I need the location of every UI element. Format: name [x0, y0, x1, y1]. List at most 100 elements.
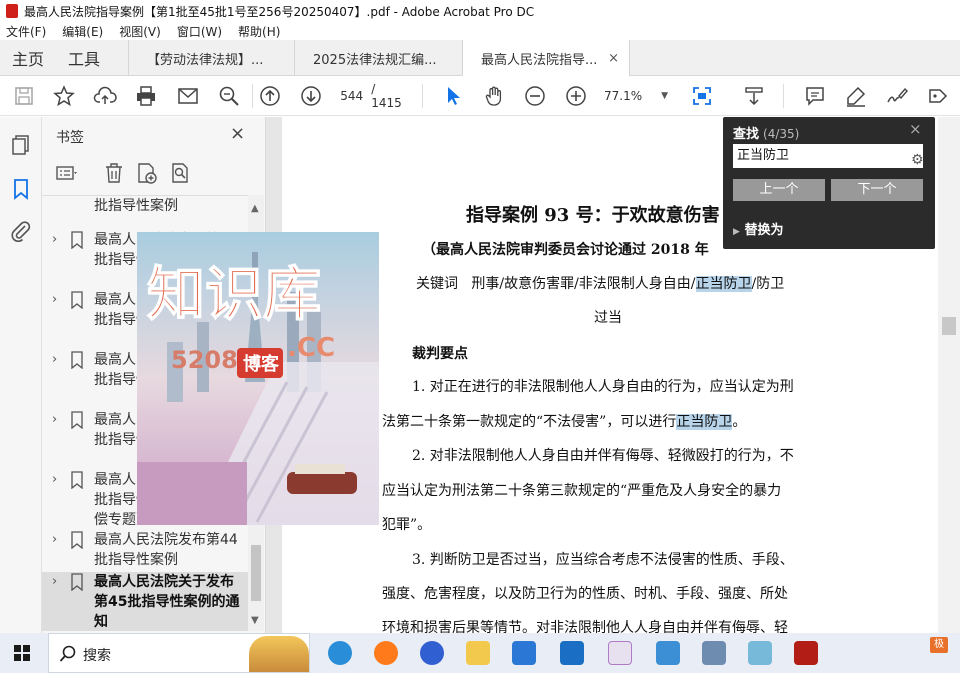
tab-document-2[interactable]: 2025法律法规汇编...	[294, 40, 462, 76]
edge-browser-icon[interactable]	[328, 641, 352, 665]
chevron-right-icon: ▶	[733, 227, 740, 237]
watermark-suffix: .CC	[287, 333, 335, 363]
search-highlight: 正当防卫	[695, 276, 752, 292]
current-page[interactable]: 544	[336, 89, 363, 103]
options-menu-icon[interactable]	[54, 161, 78, 185]
bookmark-label: 最高人民法院发布第44批指导性案例	[94, 532, 238, 568]
outlook-icon[interactable]	[560, 641, 584, 665]
page-thumbnails-icon[interactable]	[9, 133, 33, 157]
close-icon[interactable]: ×	[230, 123, 245, 144]
chevron-right-icon[interactable]: ›	[52, 574, 57, 589]
bookmark-item[interactable]: › 最高人民法院发布第38批指导性案例	[42, 196, 248, 220]
previous-match-button[interactable]: 上一个	[733, 179, 825, 201]
replace-label: 替换为	[744, 223, 784, 238]
menu-edit[interactable]: 编辑(E)	[62, 23, 103, 40]
watermark-advertisement-image: 知识库 5208 博客 .CC	[137, 232, 379, 525]
main-toolbar: 544 / 1415 77.1% ▼	[0, 76, 960, 116]
acrobat-taskbar-icon[interactable]	[794, 641, 818, 665]
taskbar-search[interactable]: 搜索	[48, 633, 310, 673]
select-cursor-icon[interactable]	[442, 84, 466, 108]
zoom-select[interactable]: 77.1% ▼	[604, 84, 668, 108]
close-tab-icon[interactable]: ×	[608, 51, 619, 66]
tab-home[interactable]: 主页	[12, 40, 44, 76]
menu-file[interactable]: 文件(F)	[6, 23, 46, 40]
snipping-tool-icon[interactable]	[608, 641, 632, 665]
bookmark-item-selected[interactable]: › 最高人民法院关于发布第45批指导性案例的通知	[42, 572, 248, 631]
tray-badge-icon[interactable]: 极	[930, 637, 948, 653]
section-title: 裁判要点	[412, 346, 468, 362]
bookmark-item[interactable]: › 最高人民法院发布第44批指导性案例	[42, 530, 248, 572]
printer-app-icon[interactable]	[702, 641, 726, 665]
next-page-icon[interactable]	[299, 84, 323, 108]
hand-tool-icon[interactable]	[482, 84, 506, 108]
bookmark-label: 最高人民法院关于发布第45批指导性案例的通知	[94, 574, 240, 630]
page-number-field[interactable]: 544 / 1415	[336, 82, 406, 110]
share-tag-icon[interactable]	[926, 84, 950, 108]
store-icon[interactable]	[512, 641, 536, 665]
comment-icon[interactable]	[803, 84, 827, 108]
sign-icon[interactable]	[885, 84, 909, 108]
save-icon[interactable]	[12, 84, 36, 108]
scrollbar-thumb[interactable]	[251, 545, 261, 601]
star-icon[interactable]	[52, 84, 76, 108]
scroll-up-icon[interactable]: ▲	[251, 203, 259, 214]
attachments-icon[interactable]	[9, 219, 33, 243]
windows-taskbar: 搜索 极	[0, 633, 960, 673]
file-explorer-icon[interactable]	[466, 641, 490, 665]
email-icon[interactable]	[176, 84, 200, 108]
browser-app-icon[interactable]	[420, 641, 444, 665]
bookmarks-toolbar	[54, 161, 254, 187]
chevron-right-icon[interactable]: ›	[52, 352, 57, 367]
watermark-badge: 博客	[243, 353, 280, 375]
tab-tools[interactable]: 工具	[68, 40, 100, 76]
window-title: 最高人民法院指导案例【第1批至45批1号至256号20250407】.pdf -…	[24, 4, 535, 19]
menu-window[interactable]: 窗口(W)	[177, 23, 222, 40]
previous-page-icon[interactable]	[258, 84, 282, 108]
tab-document-1[interactable]: 【劳动法律法规】...	[128, 40, 294, 76]
bookmark-icon	[71, 291, 83, 309]
delete-bookmark-icon[interactable]	[102, 161, 126, 185]
zoom-in-icon[interactable]	[564, 84, 588, 108]
bookmark-icon	[71, 573, 83, 591]
network-app-icon[interactable]	[656, 641, 680, 665]
bookmark-icon	[71, 531, 83, 549]
notes-app-icon[interactable]	[748, 641, 772, 665]
chevron-right-icon[interactable]: ›	[52, 232, 57, 247]
windows-start-icon[interactable]	[14, 645, 30, 661]
document-scrollbar[interactable]	[938, 117, 960, 633]
paragraph-text: 。	[732, 414, 747, 430]
firefox-icon[interactable]	[374, 641, 398, 665]
chevron-right-icon[interactable]: ›	[52, 412, 57, 427]
chevron-right-icon[interactable]: ›	[52, 292, 57, 307]
new-bookmark-icon[interactable]	[134, 161, 158, 185]
chevron-down-icon: ▼	[661, 91, 668, 101]
print-icon[interactable]	[134, 84, 158, 108]
weather-widget-icon[interactable]	[249, 636, 309, 672]
scroll-down-icon[interactable]: ▼	[251, 615, 259, 626]
scrollbar-thumb[interactable]	[942, 317, 956, 335]
paragraph-line: 法第二十条第一款规定的“不法侵害”，可以进行正当防卫。	[382, 411, 746, 431]
chevron-right-icon[interactable]: ›	[52, 472, 57, 487]
close-icon[interactable]: ×	[909, 120, 922, 138]
find-panel: 查找 (4/35) × 正当防卫 ⚙ 上一个 下一个 ▶ 替换为	[723, 117, 935, 249]
menu-help[interactable]: 帮助(H)	[238, 23, 280, 40]
cloud-upload-icon[interactable]	[93, 84, 117, 108]
tab-document-active[interactable]: 最高人民法院指导... ×	[462, 40, 630, 77]
total-pages: / 1415	[371, 82, 402, 110]
find-bookmark-icon[interactable]	[168, 161, 192, 185]
paragraph-line: 3. 判断防卫是否过当，应当综合考虑不法侵害的性质、手段、	[412, 552, 794, 568]
menu-view[interactable]: 视图(V)	[119, 23, 161, 40]
search-zoom-icon[interactable]	[217, 84, 241, 108]
find-input[interactable]: 正当防卫 ⚙	[733, 144, 924, 168]
replace-with-toggle[interactable]: ▶ 替换为	[733, 219, 783, 238]
search-placeholder: 搜索	[83, 648, 111, 664]
zoom-out-icon[interactable]	[523, 84, 547, 108]
chevron-right-icon[interactable]: ›	[52, 532, 57, 547]
highlight-pen-icon[interactable]	[844, 84, 868, 108]
fit-page-icon[interactable]	[690, 84, 714, 108]
bookmarks-icon[interactable]	[9, 177, 33, 201]
paragraph-line: 强度、危害程度，以及防卫行为的性质、时机、手段、强度、所处	[382, 586, 788, 602]
next-match-button[interactable]: 下一个	[831, 179, 923, 201]
scroll-mode-icon[interactable]	[742, 84, 766, 108]
gear-icon[interactable]: ⚙	[911, 148, 924, 172]
